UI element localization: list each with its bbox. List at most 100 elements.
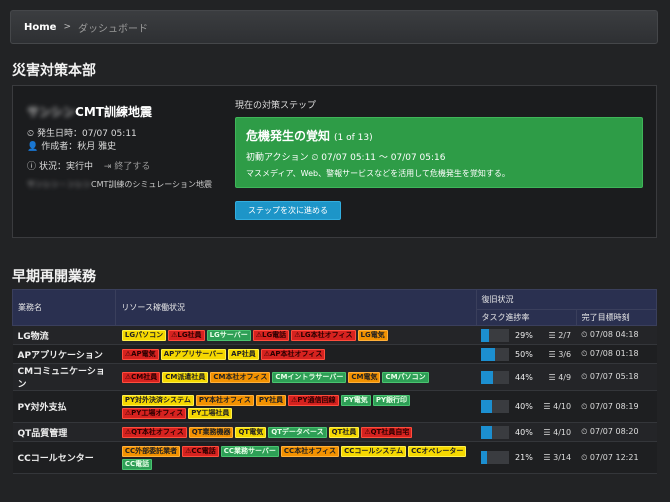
resource-tag[interactable]: PY本社オフィス — [195, 394, 254, 406]
table-row[interactable]: APアプリケーション ⚠AP電気 APアプリサーバー AP社員 ⚠AP本社オフィス 50%… — [12, 344, 657, 364]
clock-icon: ⏲ — [581, 330, 588, 339]
clock-icon: ⏲ — [581, 452, 588, 462]
list-icon: ☰ — [543, 453, 551, 462]
status: ⓘ 状況：実行中 ⇥ 終了する — [27, 159, 150, 172]
resource-tag[interactable]: LG電気 — [357, 329, 388, 341]
deadline: ⏲ 07/07 08:19 — [581, 401, 639, 411]
resource-tag[interactable]: QT社員 — [328, 426, 360, 438]
progress-fill — [481, 370, 494, 384]
resource-tag[interactable]: LGサーバー — [206, 329, 251, 341]
progress-bar — [481, 400, 510, 413]
resource-tag[interactable]: PY銀行印 — [372, 394, 411, 406]
list-icon: ☰ — [543, 402, 551, 411]
resource-tag[interactable]: PY対外決済システム — [121, 394, 194, 406]
resource-tag[interactable]: ⚠AP本社オフィス — [260, 348, 326, 360]
resource-tag[interactable]: CCオペレーター — [408, 445, 467, 457]
drill-description: サンシン・ンシンCMT訓練のシミュレーション地震 — [27, 180, 213, 189]
table-row[interactable]: LG物流 LGパソコン ⚠LG社員 LGサーバー ⚠LG電話 ⚠LG本社オフィス LG電気 2… — [12, 325, 657, 345]
header-resources: リソース稼働状況 — [115, 289, 477, 326]
user-icon: 👤 — [27, 142, 39, 152]
resource-tag[interactable]: CC電話 — [121, 458, 153, 470]
progress: 40% — [481, 400, 533, 413]
business-name[interactable]: APアプリケーション — [18, 351, 103, 361]
business-name[interactable]: CMコミュニケーション — [18, 367, 105, 390]
resource-tag[interactable]: CC本社オフィス — [280, 445, 340, 457]
task-count: ☰ 4/10 — [543, 427, 572, 437]
resource-tag[interactable]: LGパソコン — [121, 329, 167, 341]
current-step-label: 現在の対策ステップ — [235, 101, 317, 111]
progress-percent: 21% — [515, 453, 533, 462]
resource-tag[interactable]: ⚠PY工場オフィス — [121, 407, 187, 419]
resource-tag[interactable]: ⚠LG電話 — [252, 329, 290, 341]
resource-tag[interactable]: ⚠LG社員 — [168, 329, 205, 341]
resource-tag[interactable]: ⚠AP電気 — [121, 348, 159, 360]
table-row[interactable]: QT品質管理 ⚠QT本社オフィス QT業務機器 QT電気 QTデータベース QT社員 ⚠QT… — [12, 422, 657, 442]
progress-fill — [481, 425, 493, 439]
progress-fill — [481, 400, 493, 413]
business-name[interactable]: CCコールセンター — [18, 454, 94, 464]
resource-tag[interactable]: ⚠QT社員自宅 — [361, 426, 413, 438]
exit-icon: ⇥ — [103, 162, 112, 172]
resource-tag[interactable]: CC業務サーバー — [220, 445, 279, 457]
progress-bar — [481, 425, 510, 439]
end-drill-link[interactable]: ⇥ 終了する — [104, 162, 150, 172]
table-row[interactable]: CCコールセンター CC外部委託業者 ⚠CC電話 CC業務サーバー CC本社オフィス CC… — [12, 441, 657, 474]
resource-tag[interactable]: PY電気 — [340, 394, 371, 406]
resource-tag[interactable]: CCコールシステム — [341, 445, 407, 457]
resource-tag[interactable]: AP社員 — [228, 348, 259, 360]
header-deadline: 完了目標時刻 — [575, 309, 658, 326]
clock-icon: ⏲ — [581, 401, 588, 411]
resource-tag[interactable]: CMパソコン — [382, 371, 429, 383]
resource-tag[interactable]: QTデータベース — [268, 426, 327, 438]
resource-tag[interactable]: ⚠CC電話 — [182, 445, 219, 457]
table-row[interactable]: PY対外支払 PY対外決済システム PY本社オフィス PY社員 ⚠PY通信回線 PY電気 P… — [12, 390, 657, 423]
business-name[interactable]: PY対外支払 — [18, 403, 67, 413]
resource-tag[interactable]: PY工場社員 — [188, 407, 233, 419]
progress-bar — [481, 451, 510, 464]
breadcrumb-home-link[interactable]: Home — [24, 22, 56, 33]
author: 👤 作成者：秋月 雅史 — [27, 142, 117, 152]
resource-tag[interactable]: QT業務機器 — [188, 426, 234, 438]
header-progress: タスク進捗率 — [475, 309, 577, 326]
task-count: ☰ 4/9 — [548, 372, 572, 382]
clock-icon: ⏲ — [581, 349, 588, 358]
progress-fill — [481, 451, 487, 464]
progress: 50% — [481, 347, 533, 361]
list-icon: ☰ — [543, 427, 551, 437]
occurred-time: ⏲ 発生日時：07/07 05:11 — [27, 129, 137, 139]
progress: 44% — [481, 370, 533, 384]
business-name[interactable]: QT品質管理 — [18, 429, 68, 439]
progress-bar — [481, 328, 510, 342]
next-step-button[interactable]: ステップを次に進める — [235, 201, 341, 220]
breadcrumb: Home > ダッシュボード — [10, 10, 658, 44]
resource-tag[interactable]: APアプリサーバー — [160, 348, 227, 360]
resource-tag[interactable]: PY社員 — [255, 394, 287, 406]
resource-tag[interactable]: QT電気 — [235, 426, 267, 438]
clock-icon: ⏲ — [27, 129, 35, 139]
drill-title[interactable]: サンシンCMT訓練地震 — [27, 103, 152, 120]
hq-panel: サンシンCMT訓練地震 ⏲ 発生日時：07/07 05:11 👤 作成者：秋月 雅史… — [12, 85, 657, 238]
progress-fill — [481, 347, 496, 361]
table-row[interactable]: CMコミュニケーション ⚠CM社員 CM派遣社員 CM本社オフィス CMイントラサーバー… — [12, 363, 657, 391]
business-name[interactable]: LG物流 — [18, 332, 49, 342]
resource-tag[interactable]: CMイントラサーバー — [272, 371, 347, 383]
deadline: ⏲ 07/07 12:21 — [581, 452, 639, 462]
deadline: ⏲ 07/07 05:18 — [581, 372, 639, 381]
resource-tag[interactable]: CM派遣社員 — [162, 371, 209, 383]
drill-name: CMT訓練地震 — [75, 105, 152, 119]
resource-tag[interactable]: ⚠LG本社オフィス — [291, 329, 356, 341]
deadline: ⏲ 07/08 04:18 — [581, 330, 639, 339]
resource-tag[interactable]: CC外部委託業者 — [121, 445, 181, 457]
progress-bar — [481, 347, 510, 361]
resource-tag[interactable]: CM本社オフィス — [210, 371, 271, 383]
resource-tag[interactable]: ⚠CM社員 — [121, 371, 161, 383]
resource-tag[interactable]: CM電気 — [348, 371, 381, 383]
list-icon: ☰ — [548, 349, 556, 359]
progress-percent: 29% — [515, 330, 533, 340]
deadline: ⏲ 07/07 08:20 — [581, 427, 639, 436]
business-table: 業務名 リソース稼働状況 復旧状況 タスク進捗率 完了目標時刻 LG物流 LGパソ… — [11, 289, 658, 474]
resource-tag[interactable]: ⚠QT本社オフィス — [121, 426, 187, 438]
clock-icon: ⏲ — [581, 372, 588, 381]
task-count: ☰ 3/6 — [548, 349, 572, 359]
resource-tag[interactable]: ⚠PY通信回線 — [288, 394, 339, 406]
